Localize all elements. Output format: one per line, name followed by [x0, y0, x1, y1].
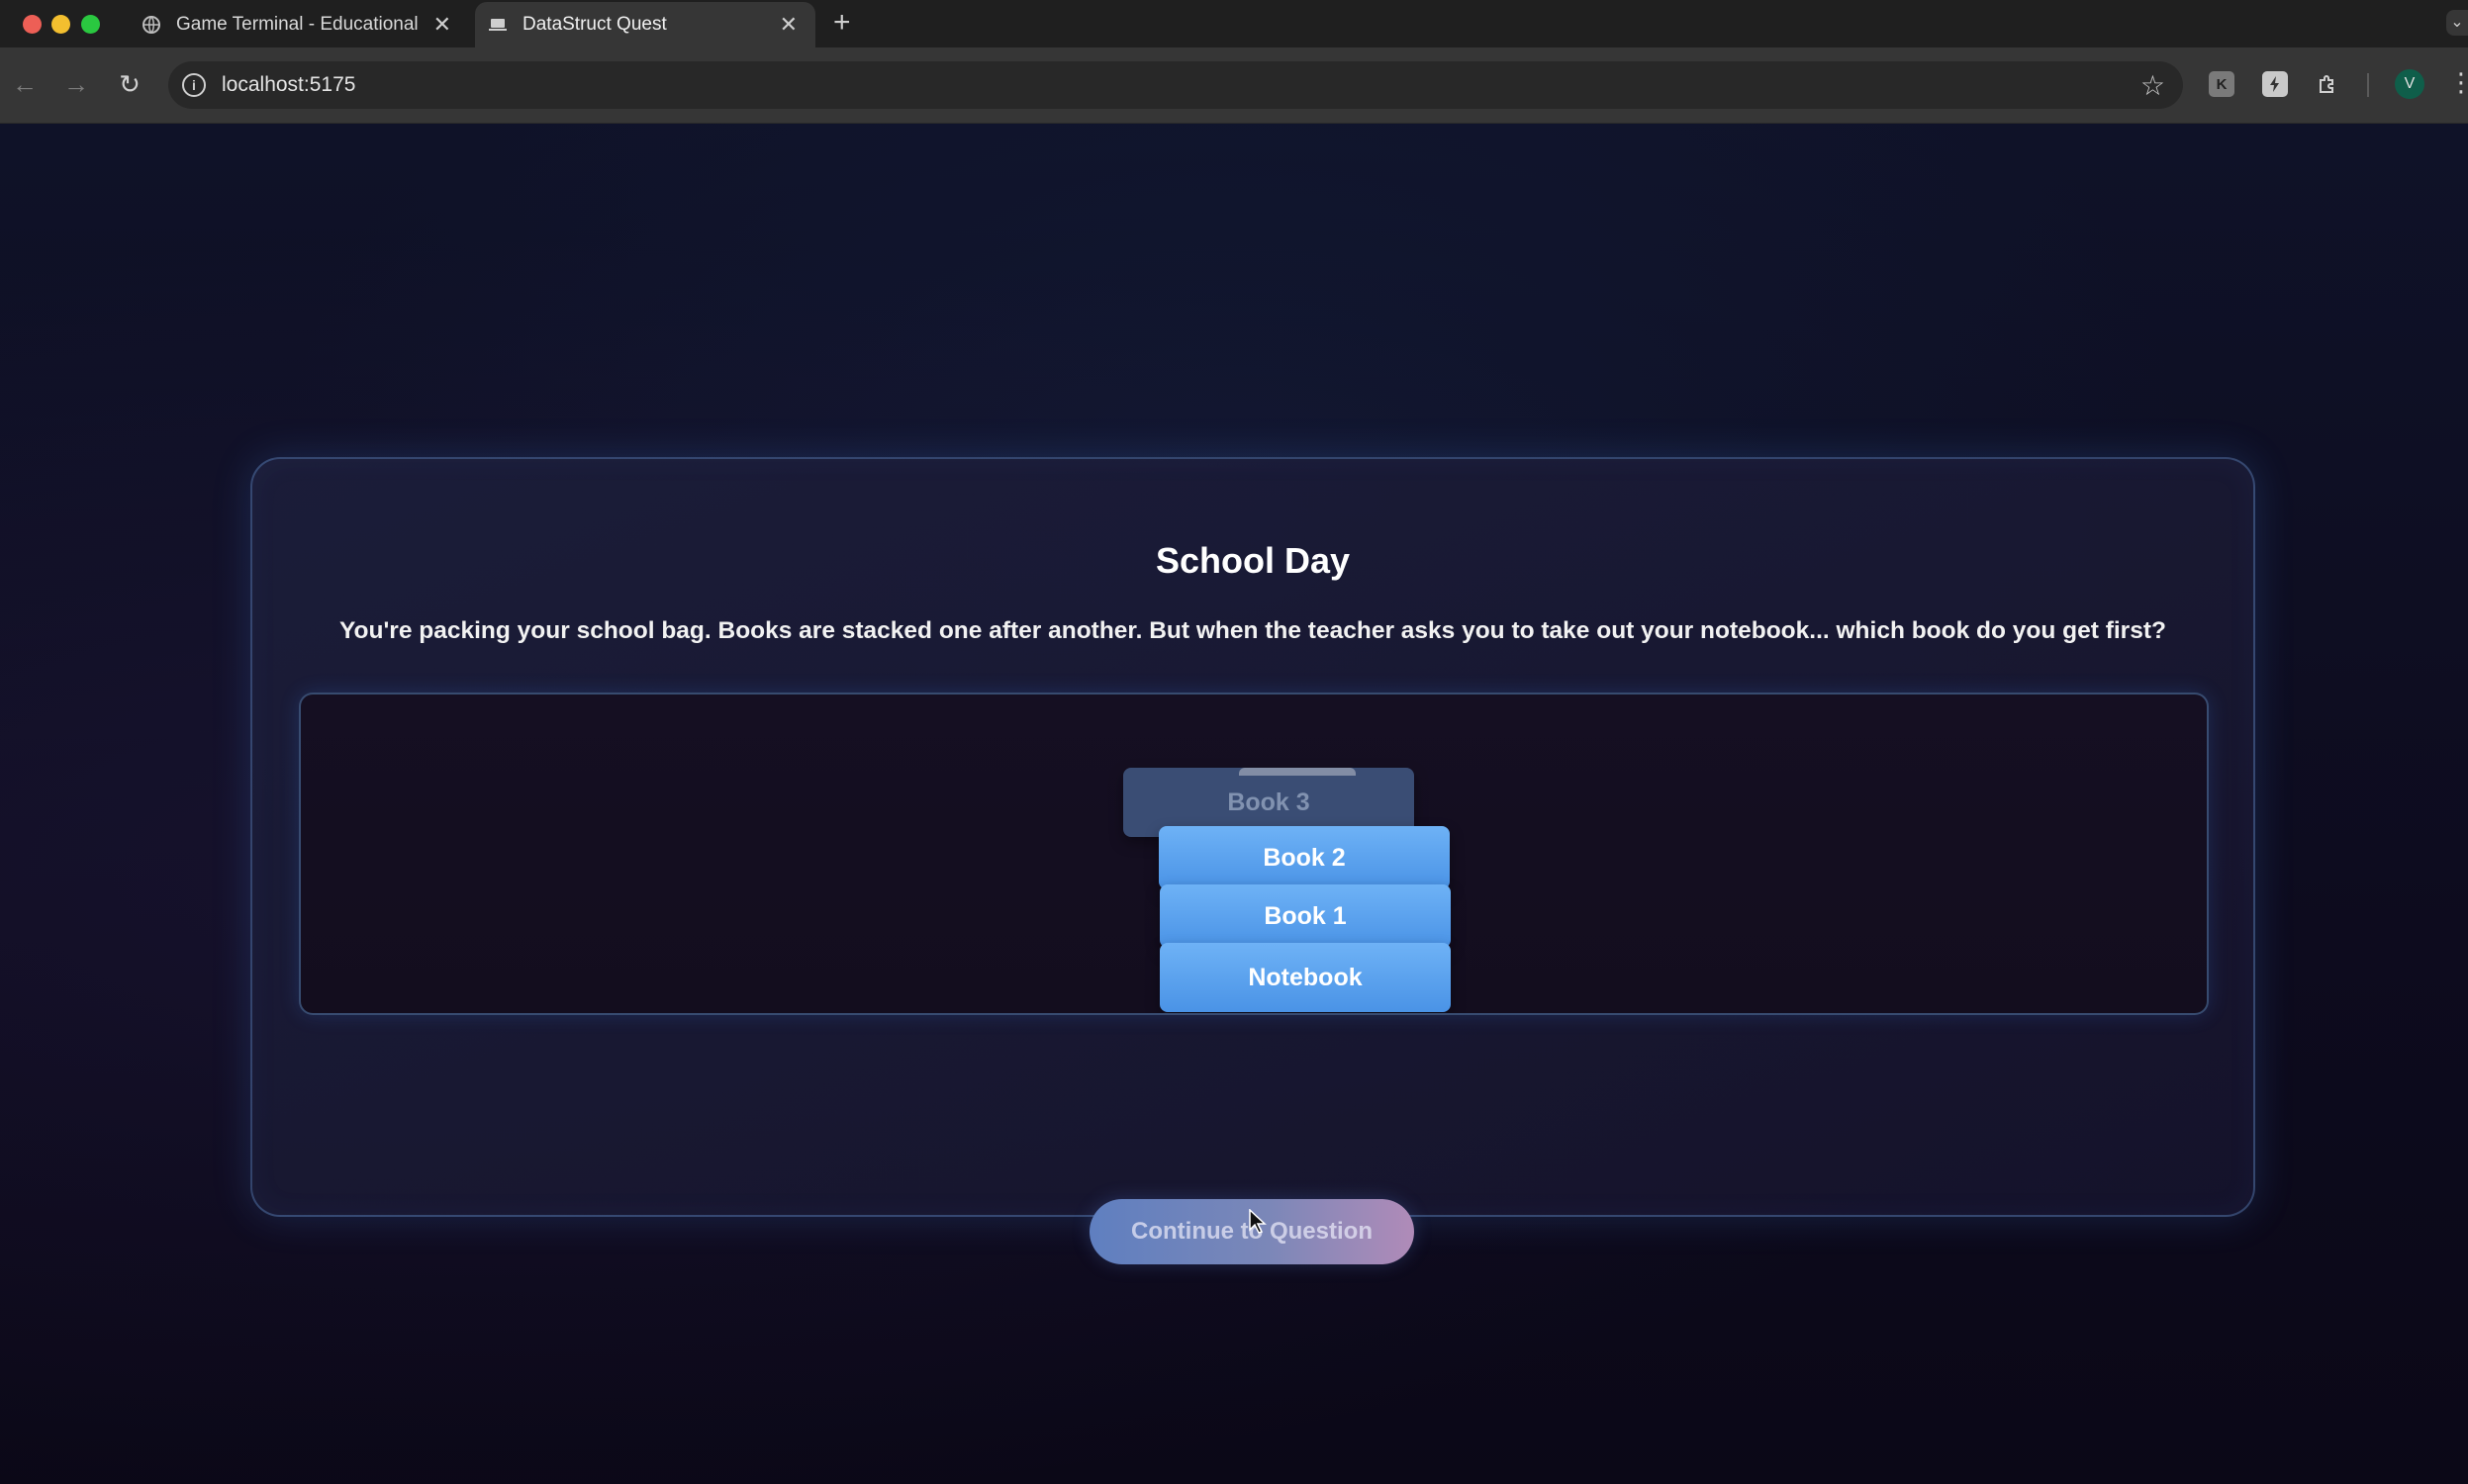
scene-title: School Day — [1155, 540, 1351, 581]
window-close-button[interactable] — [23, 15, 42, 34]
notebook-card: Notebook — [1160, 943, 1451, 1012]
browser-tab-datastruct-quest[interactable]: DataStruct Quest ✕ — [475, 2, 815, 47]
close-icon[interactable]: ✕ — [433, 12, 451, 38]
reload-icon[interactable]: ↻ — [115, 69, 144, 99]
forward-arrow-icon[interactable]: → — [61, 69, 91, 99]
book-label: Book 1 — [1264, 901, 1347, 930]
address-bar[interactable]: i localhost:5175 ☆ — [168, 61, 2183, 109]
laptop-icon — [487, 14, 509, 36]
new-tab-icon[interactable]: + — [833, 6, 851, 40]
url-text[interactable]: localhost:5175 — [222, 73, 355, 97]
extensions-puzzle-icon[interactable] — [2316, 71, 2341, 97]
tab-title: Game Terminal - Educational — [176, 14, 419, 35]
back-arrow-icon[interactable]: ← — [10, 69, 40, 99]
extension-k-icon[interactable]: K — [2209, 71, 2234, 97]
browser-toolbar: ← → ↻ i localhost:5175 ☆ K V ⋮ — [0, 47, 2468, 124]
window-maximize-button[interactable] — [81, 15, 100, 34]
profile-avatar[interactable]: V — [2395, 69, 2424, 99]
globe-icon — [141, 14, 162, 36]
book-2-card: Book 2 — [1159, 826, 1450, 889]
window-minimize-button[interactable] — [51, 15, 70, 34]
site-info-icon[interactable]: i — [182, 73, 206, 97]
tab-search-chevron-icon[interactable]: ⌄ — [2446, 10, 2468, 36]
toolbar-divider — [2367, 73, 2369, 97]
book-1-card: Book 1 — [1160, 884, 1451, 948]
book-3-lifting-tab — [1239, 768, 1356, 776]
bookmark-star-icon[interactable]: ☆ — [2140, 69, 2165, 102]
page-viewport: School Day You're packing your school ba… — [0, 124, 2468, 1484]
book-stack-stage: Book 3 Book 2 Book 1 Notebook — [299, 693, 2209, 1015]
tab-title: DataStruct Quest — [522, 14, 667, 35]
browser-tab-game-terminal[interactable]: Game Terminal - Educational ✕ — [129, 2, 469, 47]
mouse-cursor-icon — [1248, 1208, 1268, 1235]
book-label: Book 2 — [1263, 843, 1346, 872]
browser-tab-bar: Game Terminal - Educational ✕ DataStruct… — [0, 0, 2468, 47]
scene-prompt: You're packing your school bag. Books ar… — [339, 617, 2166, 644]
close-icon[interactable]: ✕ — [780, 12, 798, 38]
extension-lightning-icon[interactable] — [2262, 71, 2288, 97]
scene-card: School Day You're packing your school ba… — [250, 457, 2255, 1264]
more-menu-icon[interactable]: ⋮ — [2448, 67, 2468, 97]
book-label: Notebook — [1248, 963, 1363, 991]
book-label: Book 3 — [1227, 788, 1310, 816]
